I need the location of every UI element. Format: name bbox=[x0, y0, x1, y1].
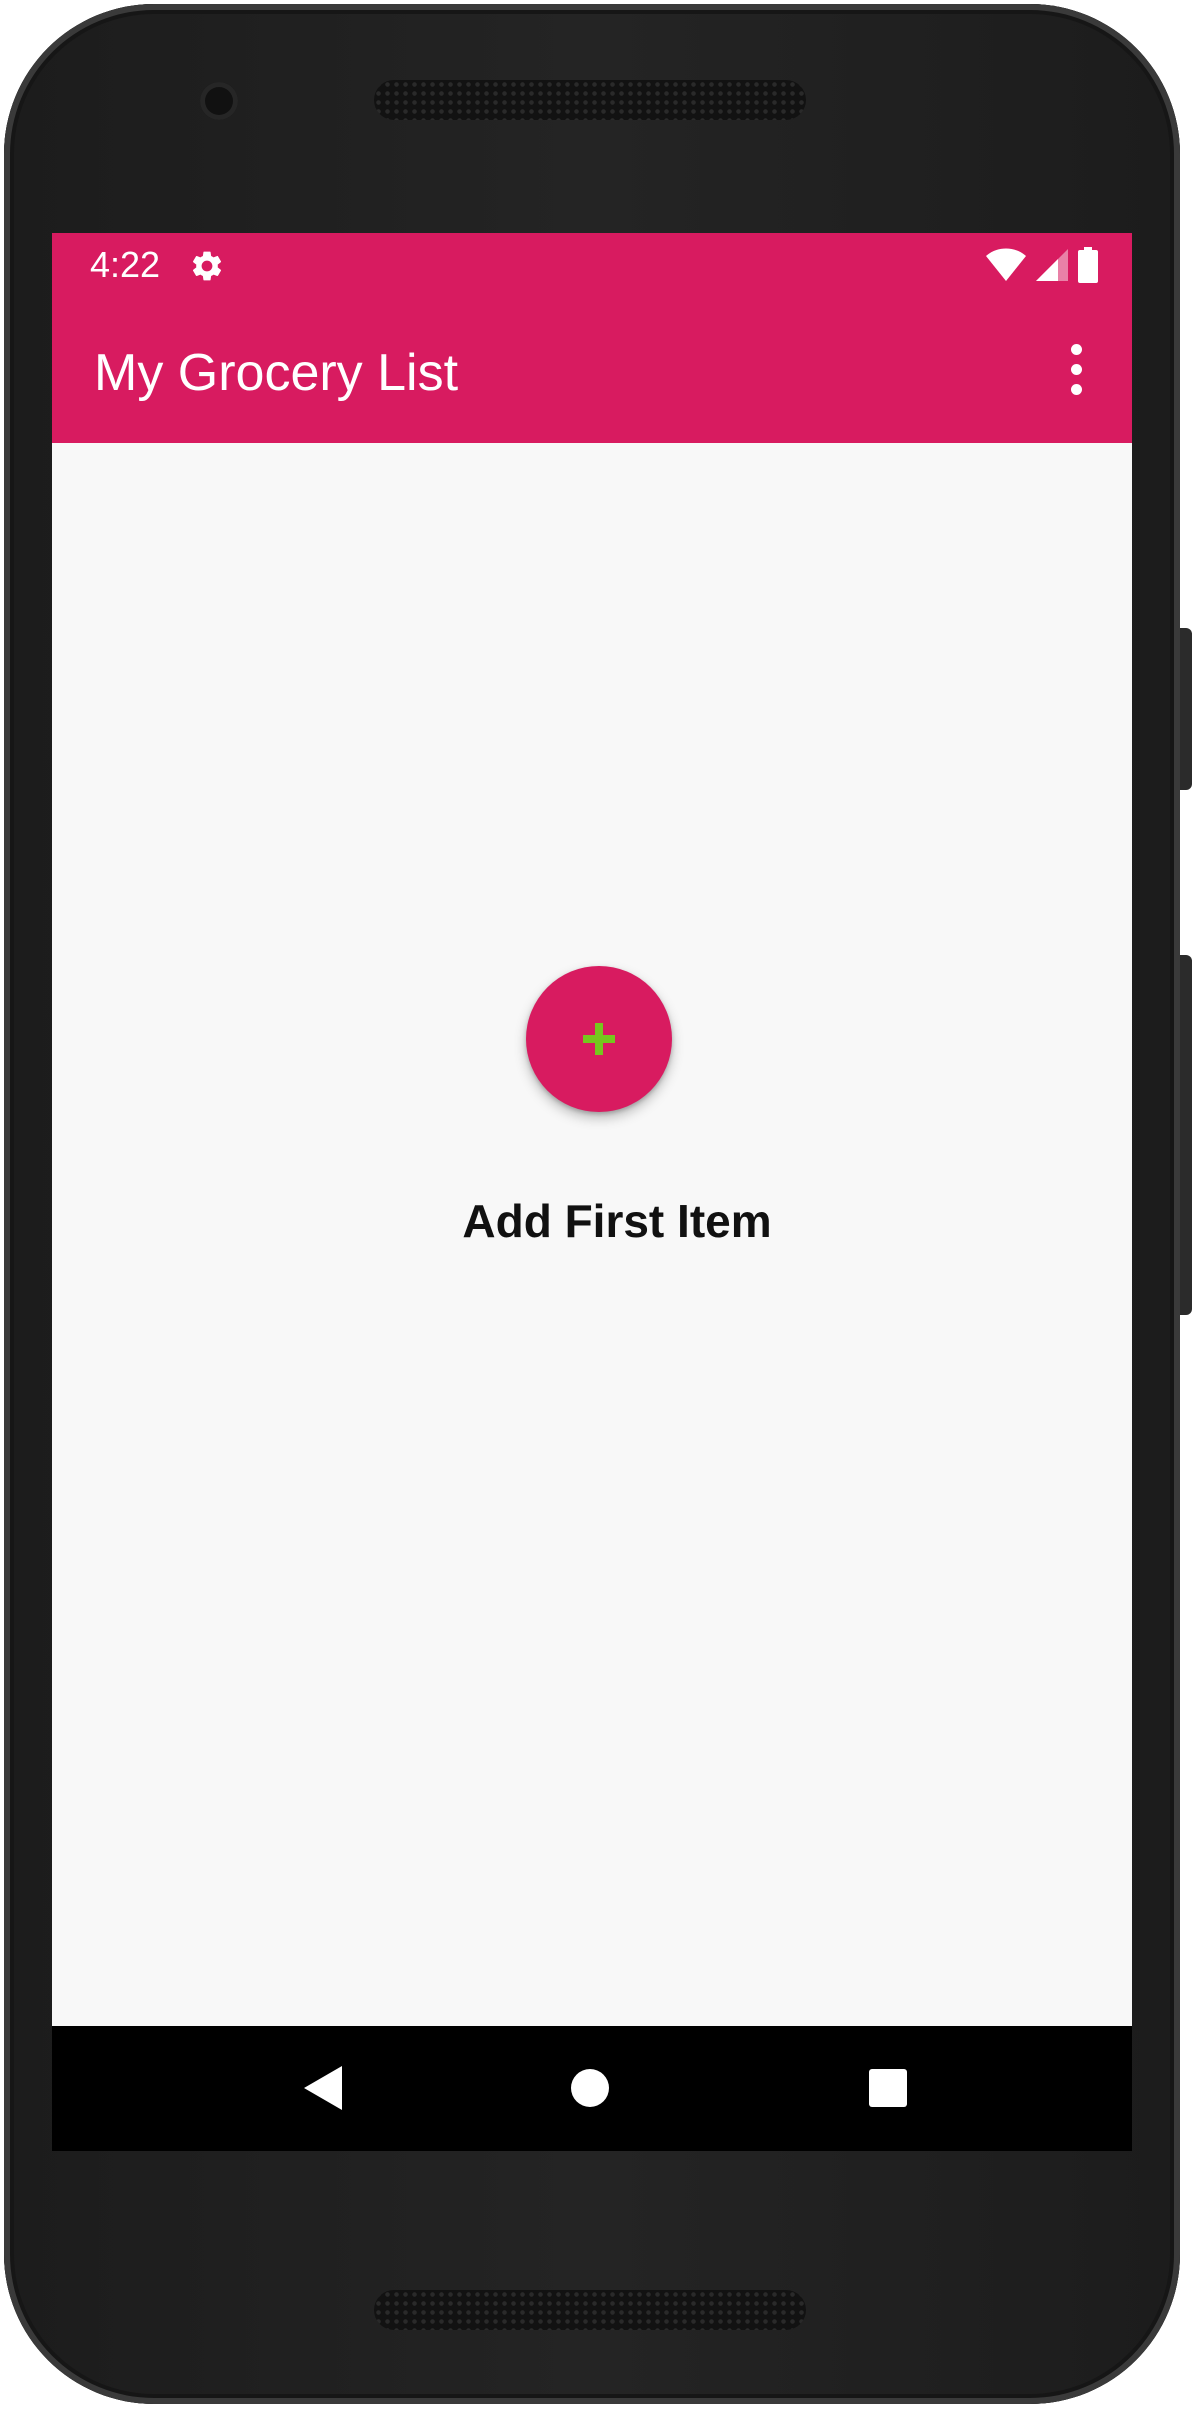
empty-state-label: Add First Item bbox=[462, 1195, 772, 1247]
app-bar: My Grocery List bbox=[52, 297, 1132, 443]
status-bar: 4:22 bbox=[52, 233, 1132, 297]
app-title: My Grocery List bbox=[94, 344, 459, 402]
main-content: Add First Item bbox=[52, 443, 1132, 2026]
add-item-fab[interactable] bbox=[526, 966, 672, 1112]
nav-home-button[interactable] bbox=[558, 2056, 622, 2120]
screen: 4:22 My Grocery List Add First Item bbox=[52, 233, 1132, 2151]
nav-recents-button[interactable] bbox=[856, 2056, 920, 2120]
status-time: 4:22 bbox=[90, 244, 161, 285]
status-icons bbox=[986, 247, 1098, 283]
system-nav-bar bbox=[52, 2026, 1132, 2151]
cell-signal-icon bbox=[1036, 249, 1068, 281]
wifi-icon bbox=[986, 248, 1026, 281]
back-triangle-icon bbox=[304, 2066, 342, 2110]
more-vert-icon[interactable] bbox=[1060, 337, 1092, 401]
front-camera bbox=[200, 82, 238, 120]
overflow-dot bbox=[1070, 343, 1082, 355]
bottom-speaker-grille bbox=[374, 2290, 806, 2330]
power-button-hardware bbox=[1180, 628, 1192, 790]
top-speaker-grille bbox=[374, 80, 806, 120]
recents-square-icon bbox=[869, 2069, 907, 2107]
battery-icon bbox=[1078, 247, 1098, 283]
home-circle-icon bbox=[571, 2069, 609, 2107]
plus-icon bbox=[583, 1023, 615, 1055]
volume-button-hardware bbox=[1180, 955, 1192, 1315]
overflow-dot bbox=[1070, 383, 1082, 395]
nav-back-button[interactable] bbox=[290, 2056, 354, 2120]
settings-gear-icon bbox=[192, 251, 222, 281]
overflow-dot bbox=[1070, 363, 1082, 375]
